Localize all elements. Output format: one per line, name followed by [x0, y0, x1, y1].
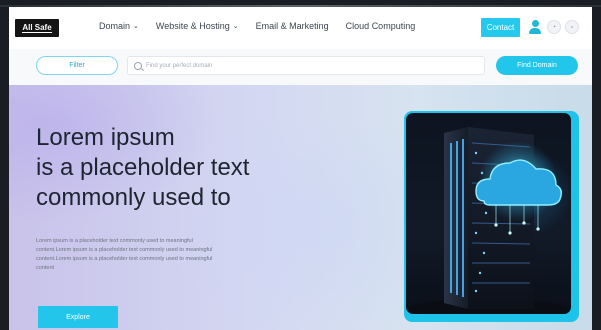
description-line: content.Lorem ipsum is a placeholder tex… — [36, 256, 213, 262]
description-line: content.Lorem ipsum is a placeholder tex… — [36, 247, 213, 253]
headline-line: is a placeholder text — [36, 154, 250, 181]
menu-item-cloud-computing[interactable]: Cloud Computing — [346, 21, 416, 31]
headline-line: Lorem ipsum — [36, 124, 175, 151]
hero-image-frame — [404, 111, 579, 322]
user-icon[interactable] — [528, 19, 542, 36]
hero-headline: Lorem ipsum is a placeholder text common… — [36, 123, 306, 213]
logo-text: All Safe — [22, 23, 52, 33]
filter-button[interactable]: Filter — [36, 56, 118, 75]
browser-top-strip — [0, 0, 601, 7]
domain-search-bar: Filter Find your perfect domain Find Dom… — [9, 49, 592, 85]
brand-logo[interactable]: All Safe — [15, 19, 59, 37]
chevron-down-icon: ⌄ — [232, 23, 239, 30]
contact-button[interactable]: Contact — [481, 18, 520, 37]
menu-item-domain[interactable]: Domain ⌄ — [99, 21, 139, 31]
cart-icon[interactable]: ▫ — [565, 20, 579, 34]
headline-line: commonly used to — [36, 184, 231, 211]
search-field[interactable]: Find your perfect domain — [127, 56, 485, 75]
server-cloud-image — [406, 113, 571, 314]
search-icon — [134, 61, 142, 70]
menu-item-label: Cloud Computing — [345, 21, 416, 31]
find-domain-button[interactable]: Find Domain — [496, 56, 578, 75]
explore-button[interactable]: Explore — [38, 306, 118, 328]
main-menu: Domain ⌄ Website & Hosting ⌄ Email & Mar… — [99, 21, 415, 31]
menu-item-website-hosting[interactable]: Website & Hosting ⌄ — [156, 21, 239, 31]
description-line: content — [36, 265, 55, 271]
server-cloud-illustration — [406, 127, 566, 314]
description-line: Lorem ipsum is a placeholder text common… — [36, 238, 193, 244]
hero-section: Lorem ipsum is a placeholder text common… — [9, 85, 592, 330]
user-icon-head — [532, 20, 539, 27]
menu-item-label: Website & Hosting — [155, 21, 230, 31]
top-navigation: All Safe Domain ⌄ Website & Hosting ⌄ Em… — [9, 7, 592, 49]
search-placeholder: Find your perfect domain — [146, 62, 213, 69]
user-icon-body — [529, 28, 541, 34]
bell-icon[interactable]: ◔ — [547, 20, 561, 34]
menu-item-label: Email & Marketing — [255, 21, 329, 31]
hero-description: Lorem ipsum is a placeholder text common… — [36, 237, 298, 273]
page-frame: All Safe Domain ⌄ Website & Hosting ⌄ Em… — [9, 7, 592, 330]
menu-item-email-marketing[interactable]: Email & Marketing — [256, 21, 329, 31]
chevron-down-icon: ⌄ — [133, 23, 139, 30]
menu-item-label: Domain — [99, 21, 131, 31]
